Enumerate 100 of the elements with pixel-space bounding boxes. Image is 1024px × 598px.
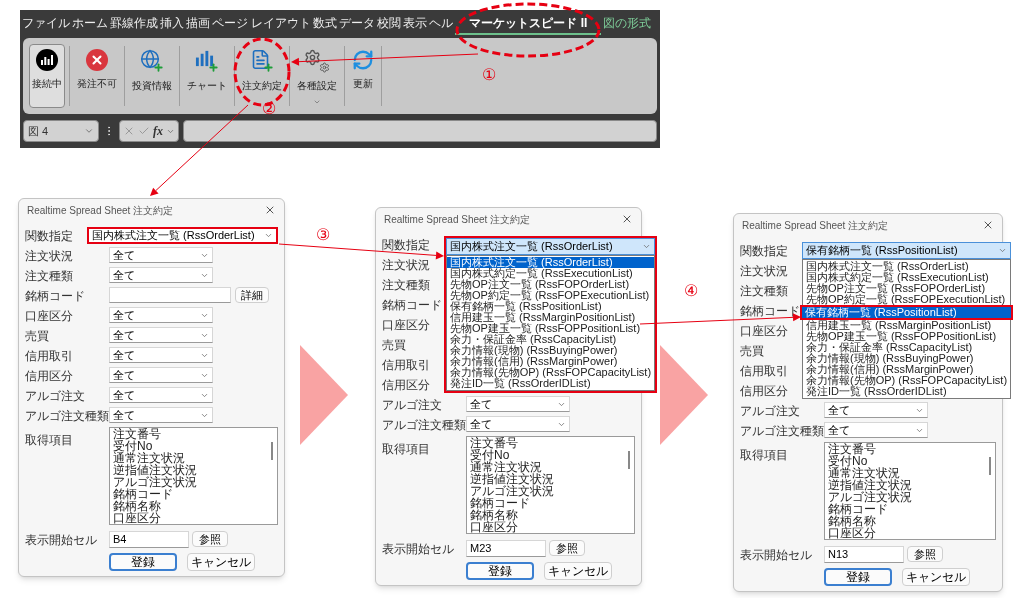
- list-item[interactable]: 銘柄名称: [470, 509, 631, 521]
- list-item[interactable]: 逆指値注文状況: [113, 464, 274, 476]
- dropdown-field[interactable]: 全て: [109, 387, 213, 403]
- cell-input-field[interactable]: M23: [466, 539, 546, 557]
- dropdown-option[interactable]: 保有銘柄一覧 (RssPositionList): [800, 304, 1014, 320]
- dropdown-option[interactable]: 先物OP注文一覧 (RssFOPOrderList): [447, 278, 655, 290]
- dropdown-option[interactable]: 余力情報(先物OP) (RssFOPCapacityList): [803, 374, 1011, 386]
- list-item[interactable]: アルゴ注文状況: [828, 491, 992, 503]
- ribbon-button[interactable]: 各種設定: [294, 44, 340, 110]
- list-item[interactable]: 逆指値注文状況: [828, 479, 992, 491]
- ribbon-button[interactable]: 接続中: [29, 44, 65, 108]
- scrollbar[interactable]: [271, 442, 273, 460]
- reference-button[interactable]: 参照: [192, 531, 228, 547]
- dropdown-option[interactable]: 発注ID一覧 (RssOrderIDList): [803, 385, 1011, 397]
- ribbon-tab[interactable]: ヘル: [429, 13, 454, 35]
- list-item[interactable]: 注文番号: [828, 443, 992, 455]
- close-icon[interactable]: [982, 219, 994, 231]
- name-box[interactable]: 図 4: [23, 120, 99, 142]
- dropdown-option[interactable]: 先物OP建玉一覧 (RssFOPPositionList): [447, 322, 655, 334]
- dropdown-option[interactable]: 先物OP約定一覧 (RssFOPExecutionList): [803, 293, 1011, 305]
- list-item[interactable]: 注文番号: [470, 437, 631, 449]
- function-dropdown[interactable]: 保有銘柄一覧 (RssPositionList): [802, 241, 1012, 259]
- text-field[interactable]: [109, 287, 231, 303]
- list-item[interactable]: 通常注文状況: [113, 452, 274, 464]
- dropdown-option[interactable]: 信用建玉一覧 (RssMarginPositionList): [803, 319, 1011, 331]
- dropdown-field[interactable]: 全て: [824, 402, 928, 418]
- list-item[interactable]: 受付No: [828, 455, 992, 467]
- list-item[interactable]: 注文番号: [113, 428, 274, 440]
- check-icon[interactable]: [138, 125, 150, 137]
- detail-button[interactable]: 詳細: [235, 287, 269, 303]
- dropdown-field[interactable]: 全て: [466, 416, 570, 432]
- ribbon-button[interactable]: 注文約定: [239, 44, 285, 97]
- dropdown-option[interactable]: 余力・保証金率 (RssCapacityList): [447, 333, 655, 345]
- insert-function-button[interactable]: fx: [153, 122, 163, 140]
- dropdown-option[interactable]: 発注ID一覧 (RssOrderIDList): [447, 377, 655, 389]
- list-item[interactable]: 通常注文状況: [470, 461, 631, 473]
- ribbon-tab[interactable]: ファイル: [22, 13, 70, 35]
- formula-input-field[interactable]: [183, 120, 657, 142]
- list-item[interactable]: 銘柄コード: [113, 488, 274, 500]
- dropdown-option[interactable]: 余力情報(現物) (RssBuyingPower): [803, 352, 1011, 364]
- dropdown-option[interactable]: 余力情報(信用) (RssMarginPower): [803, 363, 1011, 375]
- ribbon-button[interactable]: チャート: [184, 44, 230, 97]
- dropdown-option[interactable]: 国内株式約定一覧 (RssExecutionList): [447, 267, 655, 279]
- list-item[interactable]: 銘柄コード: [828, 503, 992, 515]
- list-item[interactable]: 口座区分: [470, 521, 631, 533]
- dropdown-field[interactable]: 全て: [109, 327, 213, 343]
- dropdown-option[interactable]: 国内株式約定一覧 (RssExecutionList): [803, 271, 1011, 283]
- ribbon-tab[interactable]: 描画: [186, 13, 210, 35]
- dialog-button[interactable]: キャンセル: [187, 553, 255, 571]
- dropdown-field[interactable]: 全て: [824, 422, 928, 438]
- dropdown-option[interactable]: 余力情報(先物OP) (RssFOPCapacityList): [447, 366, 655, 378]
- list-item[interactable]: 通常注文状況: [828, 467, 992, 479]
- dropdown-field[interactable]: 全て: [109, 367, 213, 383]
- dialog-button[interactable]: 登録: [466, 562, 534, 580]
- dropdown-option[interactable]: 余力・保証金率 (RssCapacityList): [803, 341, 1011, 353]
- dialog-button[interactable]: キャンセル: [544, 562, 612, 580]
- scrollbar[interactable]: [989, 457, 991, 475]
- ribbon-tab[interactable]: 表示: [403, 13, 428, 35]
- dropdown-option[interactable]: 余力情報(現物) (RssBuyingPower): [447, 344, 655, 356]
- ribbon-tab[interactable]: 挿入: [160, 13, 184, 35]
- cancel-icon[interactable]: [123, 125, 135, 137]
- dialog-button[interactable]: 登録: [109, 553, 177, 571]
- reference-button[interactable]: 参照: [549, 540, 585, 556]
- ribbon-tab[interactable]: 図の形式: [603, 13, 652, 35]
- list-item[interactable]: アルゴ注文状況: [470, 485, 631, 497]
- ribbon-tab[interactable]: ホーム: [72, 13, 108, 35]
- cell-input-field[interactable]: N13: [824, 545, 904, 563]
- close-icon[interactable]: [621, 213, 633, 225]
- reference-button[interactable]: 参照: [907, 546, 943, 562]
- ribbon-tab[interactable]: 校閲: [377, 13, 402, 35]
- ribbon-tab[interactable]: 数式: [313, 13, 338, 35]
- dialog-button[interactable]: キャンセル: [902, 568, 970, 586]
- dropdown-option[interactable]: 信用建玉一覧 (RssMarginPositionList): [447, 311, 655, 323]
- list-item[interactable]: アルゴ注文状況: [113, 476, 274, 488]
- ribbon-tab[interactable]: マーケットスピード II: [455, 13, 602, 35]
- dropdown-option[interactable]: 先物OP建玉一覧 (RssFOPPositionList): [803, 330, 1011, 342]
- dropdown-option[interactable]: 国内株式注文一覧 (RssOrderList): [803, 260, 1011, 272]
- dropdown-option[interactable]: 保有銘柄一覧 (RssPositionList): [447, 300, 655, 312]
- list-item[interactable]: 受付No: [113, 440, 274, 452]
- dialog-button[interactable]: 登録: [824, 568, 892, 586]
- function-dropdown[interactable]: 国内株式注文一覧 (RssOrderList): [446, 237, 656, 255]
- dropdown-field[interactable]: 全て: [109, 247, 213, 263]
- list-item[interactable]: 銘柄コード: [470, 497, 631, 509]
- ribbon-button[interactable]: 投資情報: [129, 44, 175, 97]
- dropdown-field[interactable]: 全て: [466, 396, 570, 412]
- dropdown-option[interactable]: 先物OP約定一覧 (RssFOPExecutionList): [447, 289, 655, 301]
- function-dropdown[interactable]: 国内株式注文一覧 (RssOrderList): [87, 226, 278, 244]
- dropdown-field[interactable]: 全て: [109, 307, 213, 323]
- ribbon-tab[interactable]: ページ レイアウト: [212, 13, 312, 35]
- dropdown-field[interactable]: 全て: [109, 347, 213, 363]
- dropdown-option[interactable]: 国内株式注文一覧 (RssOrderList): [447, 256, 655, 268]
- dropdown-field[interactable]: 全て: [109, 267, 213, 283]
- list-item[interactable]: 受付No: [470, 449, 631, 461]
- list-item[interactable]: 銘柄名称: [828, 515, 992, 527]
- ribbon-tab[interactable]: 罫線作成: [110, 13, 158, 35]
- scrollbar[interactable]: [628, 451, 630, 469]
- dropdown-field[interactable]: 全て: [109, 407, 213, 423]
- dropdown-option[interactable]: 余力情報(信用) (RssMarginPower): [447, 355, 655, 367]
- dropdown-option[interactable]: 先物OP注文一覧 (RssFOPOrderList): [803, 282, 1011, 294]
- list-item[interactable]: 口座区分: [113, 512, 274, 524]
